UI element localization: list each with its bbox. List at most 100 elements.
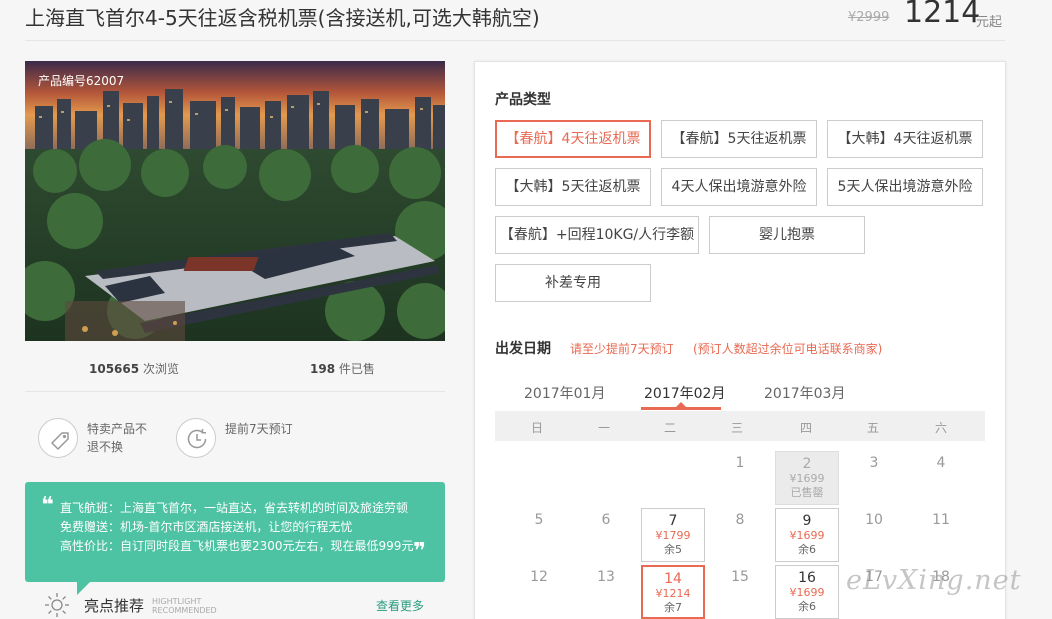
highlight-subtitle-line-1: HIGHTLIGHT	[152, 597, 202, 606]
calendar-day: 8	[708, 508, 772, 562]
product-option[interactable]: 【春航】+回程10KG/人行李额	[495, 216, 699, 254]
views-count: 105665	[89, 362, 140, 376]
tag-icon	[38, 418, 78, 458]
day-number: 6	[601, 512, 611, 528]
calendar-day-available[interactable]: 7 ¥1799 余5	[641, 508, 705, 562]
day-remaining: 已售罄	[790, 486, 824, 499]
product-option[interactable]: 【大韩】4天往返机票	[827, 120, 983, 158]
clock-icon	[176, 418, 216, 458]
feature-text: 提前7天预订	[225, 422, 293, 436]
views-label: 次浏览	[142, 362, 179, 376]
views-stat: 105665 次浏览	[89, 360, 179, 377]
highlight-subtitle: HIGHTLIGHT RECOMMENDED	[152, 597, 217, 615]
day-remaining: 余6	[798, 543, 816, 556]
product-type-label: 产品类型	[495, 92, 551, 108]
highlight-title: 亮点推荐	[84, 597, 145, 615]
weekday-header: 日 一 二 三 四 五 六	[495, 411, 985, 441]
day-number: 14	[664, 571, 682, 587]
day-price: ¥1699	[789, 586, 825, 599]
day-number: 13	[597, 569, 615, 585]
calendar-day: 15	[708, 565, 772, 619]
product-stats: 105665 次浏览 198 件已售	[25, 360, 445, 380]
calendar-day: 3	[842, 451, 906, 505]
day-number: 15	[731, 569, 749, 585]
day-number: 16	[798, 570, 816, 586]
highlight-subtitle-line-2: RECOMMENDED	[152, 606, 217, 615]
calendar-day-available[interactable]: 9 ¥1699 余6	[775, 508, 839, 562]
weekday-label: 日	[530, 421, 543, 435]
weekday-label: 四	[799, 421, 812, 435]
calendar-day: 12	[507, 565, 571, 619]
calendar-day: 6	[574, 508, 638, 562]
day-number: 12	[530, 569, 548, 585]
product-option[interactable]: 4天人保出境游意外险	[661, 168, 817, 206]
product-option[interactable]: 【大韩】5天往返机票	[495, 168, 651, 206]
month-tab-active[interactable]: 2017年02月	[644, 383, 725, 403]
price-block: ¥2999 1214 元起	[848, 0, 1008, 33]
product-option[interactable]: 【春航】5天往返机票	[661, 120, 817, 158]
product-photo[interactable]	[25, 61, 445, 341]
departure-date-label: 出发日期	[495, 341, 551, 357]
advance-booking-note: 请至少提前7天预订	[570, 342, 674, 356]
day-number: 2	[802, 456, 812, 472]
weekday-label: 三	[730, 421, 743, 435]
day-remaining: 余7	[664, 601, 682, 614]
day-price: ¥1799	[655, 529, 691, 542]
stats-divider	[25, 391, 445, 392]
active-month-caret	[676, 402, 686, 407]
open-quote-icon: ❝	[41, 493, 54, 518]
product-option[interactable]: 5天人保出境游意外险	[827, 168, 983, 206]
highlight-line: 免费赠送：机场-首尔市区酒店接送机，让您的行程无忧	[60, 520, 353, 534]
day-remaining: 余5	[664, 543, 682, 556]
calendar-day: 13	[574, 565, 638, 619]
calendar-day: 11	[909, 508, 973, 562]
day-price: ¥1699	[789, 472, 825, 485]
highlight-lines: 直飞航班：上海直飞首尔，一站直达，省去转机的时间及旅途劳顿 免费赠送：机场-首尔…	[60, 499, 420, 556]
product-option[interactable]: 补差专用	[495, 264, 651, 302]
price-unit: 元起	[976, 15, 1003, 30]
site-watermark: eLvXing.net	[846, 565, 1022, 596]
weekday-label: 五	[866, 421, 879, 435]
sold-label: 件已售	[338, 362, 375, 376]
month-tab[interactable]: 2017年01月	[524, 383, 605, 403]
close-quote-icon: ❞	[413, 539, 426, 564]
sun-icon	[45, 593, 69, 617]
day-number: 8	[735, 512, 745, 528]
highlight-section-header: 亮点推荐 HIGHTLIGHT RECOMMENDED 查看更多	[44, 592, 444, 618]
contact-note: (预订人数超过余位可电话联系商家)	[693, 342, 883, 356]
feature-text: 特卖产品不退不换	[87, 422, 148, 454]
day-number: 9	[802, 513, 812, 529]
calendar-day-available[interactable]: 16 ¥1699 余6	[775, 565, 839, 619]
month-tab[interactable]: 2017年03月	[764, 383, 845, 403]
page-title: 上海直飞首尔4-5天往返含税机票(含接送机,可选大韩航空)	[25, 6, 540, 30]
seoul-palace-image	[25, 61, 445, 341]
original-price: ¥2999	[848, 10, 890, 25]
day-number: 3	[869, 455, 879, 471]
weekday-label: 一	[597, 421, 610, 435]
calendar-day-soldout: 2 ¥1699 已售罄	[775, 451, 839, 505]
current-price: 1214	[904, 0, 981, 30]
day-number: 4	[936, 455, 946, 471]
day-number: 10	[865, 512, 883, 528]
calendar-day-selected[interactable]: 14 ¥1214 余7	[641, 565, 705, 619]
day-price: ¥1699	[789, 529, 825, 542]
day-price: ¥1214	[655, 587, 691, 600]
calendar-day: 5	[507, 508, 571, 562]
sold-stat: 198 件已售	[310, 360, 375, 377]
product-option[interactable]: 【春航】4天往返机票	[495, 120, 651, 158]
sold-count: 198	[310, 362, 336, 376]
highlight-line: 高性价比：自订同时段直飞机票也要2300元左右，现在最低999元	[60, 539, 414, 553]
day-number: 11	[932, 512, 950, 528]
calendar-day: 10	[842, 508, 906, 562]
calendar-day: 4	[909, 451, 973, 505]
header-divider	[25, 40, 1005, 41]
product-option[interactable]: 婴儿抱票	[709, 216, 865, 254]
view-more-link[interactable]: 查看更多	[376, 597, 424, 614]
day-remaining: 余6	[798, 600, 816, 613]
weekday-label: 二	[663, 421, 676, 435]
active-month-underline	[641, 407, 721, 410]
day-number: 5	[534, 512, 544, 528]
weekday-label: 六	[934, 421, 947, 435]
highlight-line: 直飞航班：上海直飞首尔，一站直达，省去转机的时间及旅途劳顿	[60, 501, 409, 515]
calendar-day: 1	[708, 451, 772, 505]
